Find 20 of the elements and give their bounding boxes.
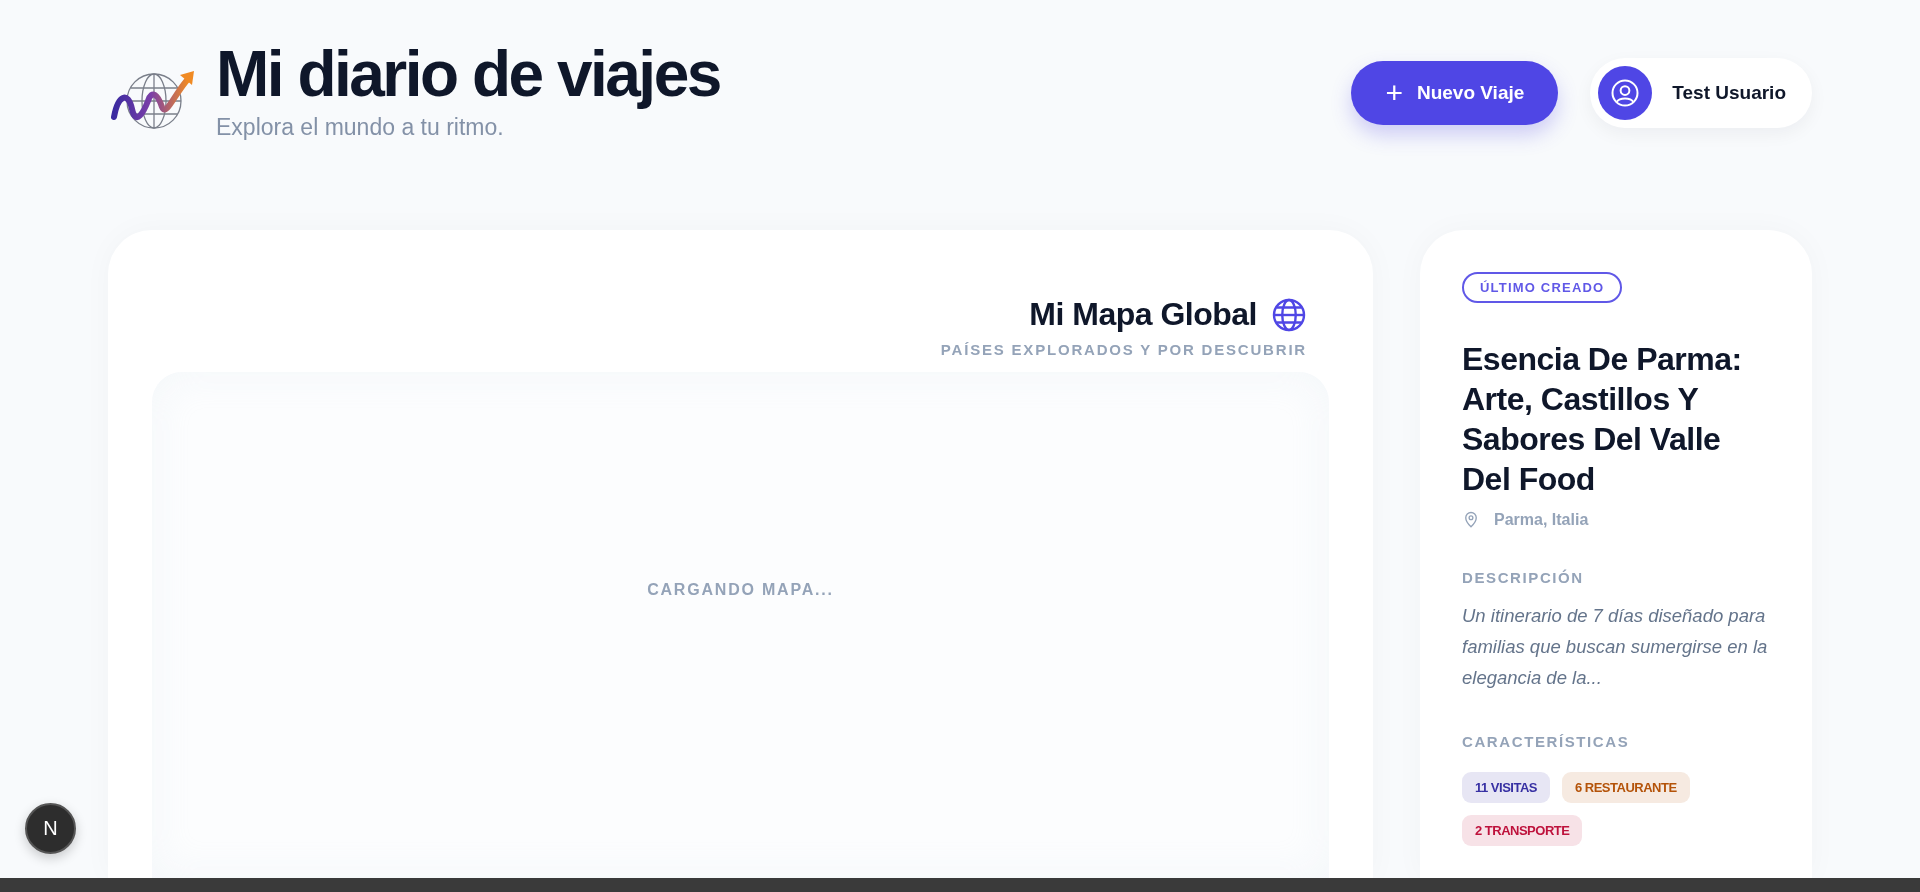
- trip-description: Un itinerario de 7 días diseñado para familias que buscan sumergirse en la elegancia de la...: [1462, 604, 1769, 690]
- map-title: Mi Mapa Global: [1029, 296, 1257, 333]
- dev-tools-button[interactable]: N: [25, 803, 76, 854]
- trip-location: Parma, Italia: [1494, 511, 1589, 529]
- user-menu[interactable]: Test Usuario: [1590, 58, 1812, 128]
- feature-tag: 6 RESTAURANTE: [1561, 772, 1690, 803]
- globe-icon: [1271, 296, 1307, 333]
- app-title: Mi diario de viajes: [216, 36, 720, 112]
- loading-text: CARGANDO MAPA...: [647, 581, 834, 599]
- feature-tag: 11 VISITAS: [1462, 772, 1550, 803]
- user-avatar-icon: [1598, 66, 1653, 120]
- section-label: DESCRIPCIÓN: [1462, 569, 1585, 586]
- latest-badge: ÚLTIMO CREADO: [1462, 272, 1623, 303]
- location-pin-icon: [1462, 511, 1480, 529]
- map-subtitle: PAÍSES EXPLORADOS Y POR DESCUBRIR: [940, 341, 1307, 358]
- section-label: CARACTERÍSTICAS: [1462, 733, 1631, 750]
- app-subtitle: Explora el mundo a tu ritmo.: [216, 113, 505, 141]
- new-trip-button[interactable]: + Nuevo Viaje: [1351, 61, 1559, 125]
- feature-tag: 2 TRANSPORTE: [1462, 815, 1583, 846]
- trip-title[interactable]: Esencia De Parma: Arte, Castillos Y Sabores Del Valle Del Food: [1462, 339, 1770, 499]
